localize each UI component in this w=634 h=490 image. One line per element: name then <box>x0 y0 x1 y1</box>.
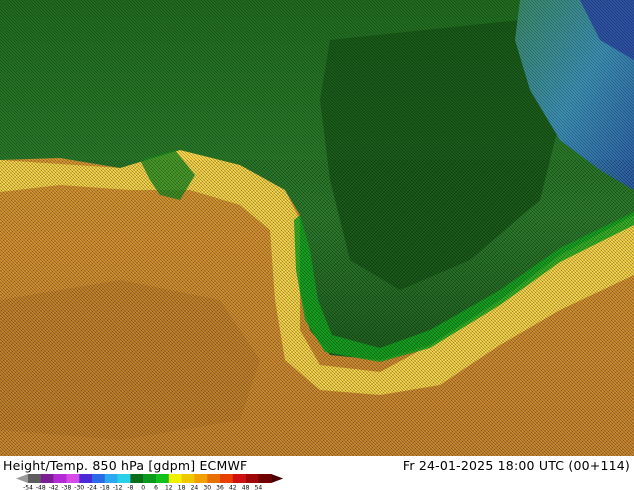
legend-swatch <box>220 474 233 483</box>
legend-swatch <box>92 474 105 483</box>
legend-tick-label: -38 <box>61 485 71 490</box>
legend-swatch <box>194 474 208 483</box>
legend-swatch <box>181 474 195 483</box>
legend-tick-label: 24 <box>191 485 199 490</box>
legend-tick-label: -54 <box>23 485 33 490</box>
legend-tick-label: -18 <box>100 485 110 490</box>
legend-tick-label: -48 <box>36 485 46 490</box>
legend-tick-label: 54 <box>255 485 263 490</box>
legend-arrow-right <box>271 474 284 483</box>
legend-tick-label: 18 <box>178 485 186 490</box>
legend-tick-label: 42 <box>229 485 237 490</box>
legend-swatch <box>104 474 118 483</box>
legend-tick-label: 30 <box>203 485 211 490</box>
legend-swatch <box>156 474 169 483</box>
legend-swatch <box>28 474 41 483</box>
legend-tick-label: 48 <box>242 485 250 490</box>
legend-tick-label: -12 <box>113 485 123 490</box>
legend-swatch <box>143 474 157 483</box>
temperature-map <box>0 0 634 456</box>
legend-arrow-left <box>16 474 28 483</box>
legend-tick-label: -30 <box>74 485 84 490</box>
legend-tick-label: -8 <box>127 485 133 490</box>
legend-swatch <box>130 474 144 483</box>
legend-swatch <box>168 474 182 483</box>
legend-swatch <box>66 474 80 483</box>
legend-tick-label: 6 <box>154 485 158 490</box>
legend-tick-label: 12 <box>165 485 173 490</box>
legend-tick-label: -42 <box>49 485 59 490</box>
legend-swatch <box>245 474 259 483</box>
contour-texture <box>0 160 634 456</box>
legend-swatch <box>258 474 272 483</box>
legend-tick-label: 36 <box>216 485 224 490</box>
legend-swatch <box>79 474 93 483</box>
legend-swatch <box>232 474 246 483</box>
legend-swatch <box>53 474 67 483</box>
legend-swatch <box>207 474 221 483</box>
legend-tick-label: 0 <box>141 485 145 490</box>
color-legend: -54 -48 -42 -38 -30 -24 -18 -12 -8 0 6 12 18 24 30 36 42… <box>16 474 284 490</box>
legend-swatch <box>40 474 54 483</box>
legend-swatch <box>117 474 131 483</box>
valid-time: Fr 24-01-2025 18:00 UTC (00+114) <box>402 458 630 473</box>
product-label: Height/Temp. 850 hPa [gdpm] ECMWF <box>3 458 248 473</box>
map-footer: Height/Temp. 850 hPa [gdpm] ECMWF Fr 24-… <box>0 456 634 490</box>
legend-tick-label: -24 <box>87 485 97 490</box>
